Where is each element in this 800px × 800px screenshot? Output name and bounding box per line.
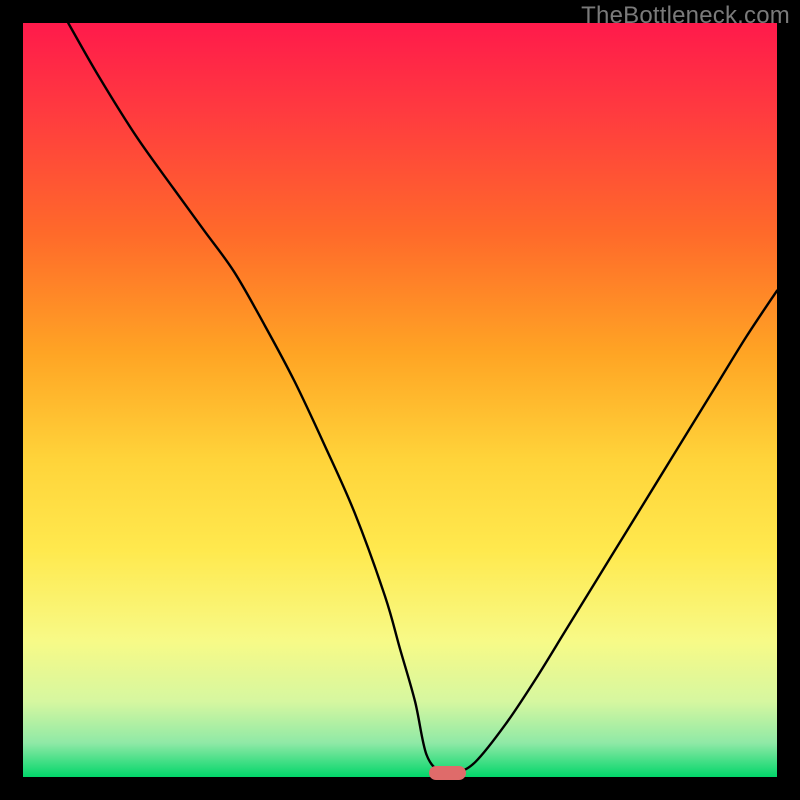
bottleneck-plot bbox=[23, 23, 777, 777]
chart-frame: TheBottleneck.com bbox=[0, 0, 800, 800]
watermark-text: TheBottleneck.com bbox=[581, 2, 790, 30]
optimal-marker bbox=[429, 766, 465, 780]
